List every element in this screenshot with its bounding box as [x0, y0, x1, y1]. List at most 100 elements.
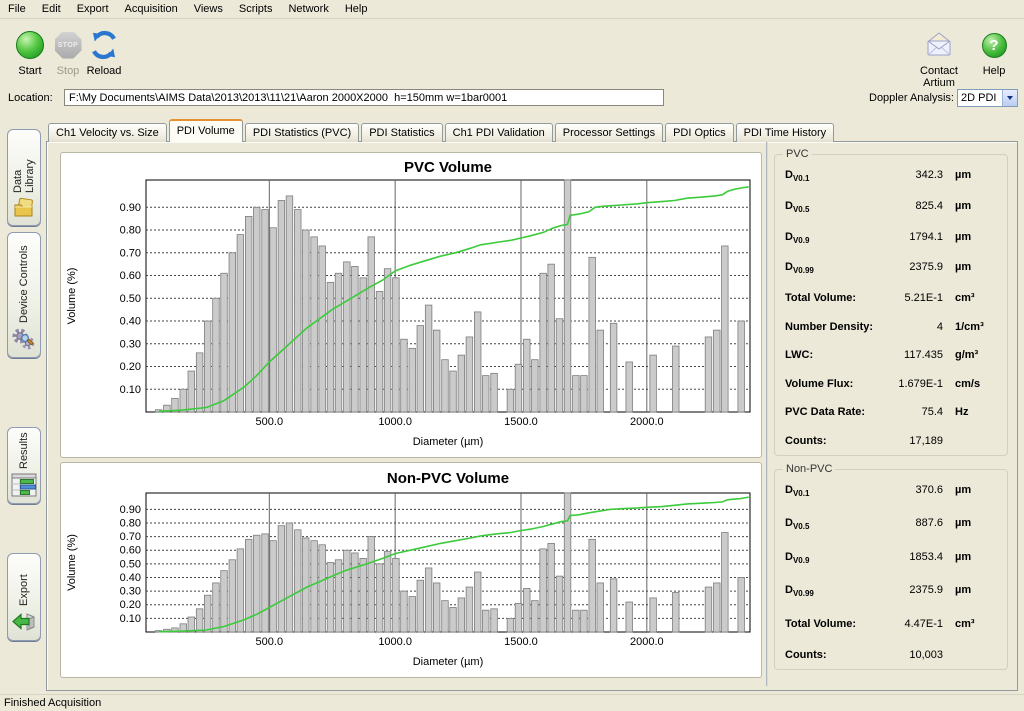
histogram-bar [303, 230, 310, 412]
stat-value: 5.21E-1 [881, 292, 943, 304]
stat-unit: µm [955, 169, 999, 181]
histogram-bar [213, 298, 220, 412]
histogram-bar [393, 278, 400, 412]
svg-text:1000.0: 1000.0 [378, 416, 412, 428]
stat-unit: cm³ [955, 292, 999, 304]
histogram-bar [564, 493, 571, 632]
contact-artium-button[interactable]: Contact Artium [906, 28, 972, 89]
stat-label: Volume Flux: [785, 378, 853, 390]
menu-item-scripts[interactable]: Scripts [231, 1, 281, 17]
histogram-bar [556, 576, 563, 632]
stat-label: DV0.5 [785, 517, 809, 531]
svg-text:Non-PVC Volume: Non-PVC Volume [387, 470, 509, 487]
histogram-bar [221, 571, 228, 632]
sidebar-item-results[interactable]: Results [7, 427, 41, 504]
stat-unit: 1/cm³ [955, 321, 999, 333]
histogram-bar [327, 282, 334, 412]
stat-label: LWC: [785, 349, 813, 361]
stat-row: Total Volume:4.47E-1cm³ [785, 618, 999, 630]
menu-item-edit[interactable]: Edit [34, 1, 69, 17]
histogram-bar [548, 264, 555, 412]
stat-label: Number Density: [785, 321, 873, 333]
non-pvc-volume-chart-panel: Non-PVC Volume500.01000.01500.02000.00.1… [60, 462, 762, 678]
reload-button[interactable]: Reload [76, 28, 132, 77]
aims-application-window: FileEditExportAcquisitionViewsScriptsNet… [0, 0, 1024, 711]
svg-text:0.30: 0.30 [120, 338, 141, 350]
stat-label: PVC Data Rate: [785, 406, 865, 418]
histogram-bar [319, 246, 326, 412]
doppler-analysis-select[interactable]: 2D PDI [957, 89, 1018, 107]
tab-processor-settings[interactable]: Processor Settings [555, 123, 663, 142]
histogram-bar [368, 237, 375, 412]
histogram-bar [597, 330, 604, 412]
histogram-bar [573, 376, 580, 412]
histogram-bar [262, 210, 269, 412]
pvc-volume-chart-panel: PVC Volume500.01000.01500.02000.00.100.2… [60, 152, 762, 458]
dropdown-button[interactable] [1002, 90, 1017, 106]
svg-text:1500.0: 1500.0 [504, 416, 538, 428]
tab-ch1-pdi-validation[interactable]: Ch1 PDI Validation [445, 123, 553, 142]
non-pvc-stats-groupbox: Non-PVC DV0.1370.6µmDV0.5887.6µmDV0.9185… [774, 469, 1008, 670]
menu-item-acquisition[interactable]: Acquisition [117, 1, 186, 17]
sidebar-item-label: Export [18, 554, 30, 610]
sidebar-item-data-library[interactable]: Data Library [7, 129, 41, 226]
histogram-bar [376, 564, 383, 632]
menu-item-network[interactable]: Network [280, 1, 336, 17]
histogram-bar [610, 579, 617, 632]
svg-text:0.10: 0.10 [120, 384, 141, 396]
stat-unit: µm [955, 231, 999, 243]
histogram-bar [672, 346, 679, 412]
histogram-bar [311, 541, 318, 632]
svg-text:1000.0: 1000.0 [378, 636, 412, 648]
status-bar: Finished Acquisition [0, 694, 1024, 711]
menu-bar: FileEditExportAcquisitionViewsScriptsNet… [0, 0, 1024, 19]
stat-row: DV0.5825.4µm [785, 200, 999, 214]
pane-divider[interactable] [766, 142, 768, 686]
svg-text:0.40: 0.40 [120, 572, 141, 584]
histogram-bar [442, 601, 449, 632]
histogram-bar [221, 273, 228, 412]
location-field[interactable]: F:\My Documents\AIMS Data\2013\2013\11\2… [64, 89, 664, 106]
location-row: Location: F:\My Documents\AIMS Data\2013… [0, 88, 1024, 110]
reload-icon [89, 30, 119, 60]
stat-value: 4.47E-1 [881, 618, 943, 630]
histogram-bar [540, 273, 547, 412]
histogram-bar [352, 553, 359, 632]
sidebar-item-export[interactable]: Export [7, 553, 41, 641]
tab-pdi-statistics-pvc-[interactable]: PDI Statistics (PVC) [245, 123, 359, 142]
tab-pdi-time-history[interactable]: PDI Time History [736, 123, 835, 142]
histogram-bar [344, 550, 351, 632]
svg-text:Diameter (µm): Diameter (µm) [413, 436, 484, 448]
sidebar-item-device-controls[interactable]: Device Controls [7, 232, 41, 358]
menu-item-file[interactable]: File [0, 1, 34, 17]
stat-unit: Hz [955, 406, 999, 418]
histogram-bar [722, 246, 729, 412]
histogram-bar [237, 235, 244, 412]
tab-pdi-statistics[interactable]: PDI Statistics [361, 123, 442, 142]
menu-item-help[interactable]: Help [337, 1, 376, 17]
stat-row: DV0.992375.9µm [785, 584, 999, 598]
histogram-bar [705, 587, 712, 632]
stat-value: 887.6 [881, 517, 943, 529]
stat-value: 370.6 [881, 484, 943, 496]
stat-row: DV0.91853.4µm [785, 551, 999, 565]
histogram-bar [417, 326, 424, 412]
menu-item-export[interactable]: Export [69, 1, 117, 17]
histogram-bar [196, 609, 203, 632]
menu-item-views[interactable]: Views [186, 1, 231, 17]
help-button[interactable]: ? Help [966, 28, 1022, 77]
pvc-stats-list: DV0.1342.3µmDV0.5825.4µmDV0.91794.1µmDV0… [785, 169, 999, 447]
histogram-bar [442, 360, 449, 412]
histogram-bar [344, 262, 351, 412]
stat-label: DV0.1 [785, 169, 809, 183]
svg-text:2000.0: 2000.0 [630, 416, 664, 428]
histogram-bar [515, 364, 522, 412]
histogram-bar [229, 253, 236, 412]
tab-pdi-volume[interactable]: PDI Volume [169, 119, 243, 142]
tab-pdi-optics[interactable]: PDI Optics [665, 123, 734, 142]
tab-ch1-velocity-vs-size[interactable]: Ch1 Velocity vs. Size [48, 123, 167, 142]
histogram-bar [450, 607, 457, 632]
svg-text:2000.0: 2000.0 [630, 636, 664, 648]
svg-text:0.70: 0.70 [120, 247, 141, 259]
pdi-volume-page: PVC Volume500.01000.01500.02000.00.100.2… [47, 142, 1017, 690]
